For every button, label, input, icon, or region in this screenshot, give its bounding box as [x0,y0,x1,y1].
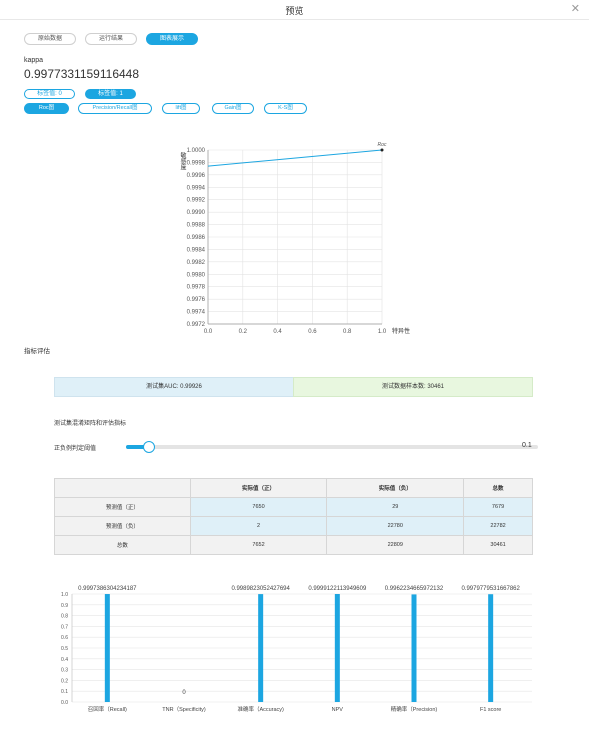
table-row: 总数 7652 22809 30461 [54,535,533,555]
tab-roc-chart[interactable]: Roc图 [24,103,69,114]
table-cell: 7679 [463,497,533,517]
y-tick-label: 0.9994 [187,185,206,191]
x-tick-label: TNR（Specificity) [162,706,206,713]
y-tick-label: 0.9972 [187,322,206,328]
section-title: 指标评估 [24,348,50,355]
y-tick-label: 0.9976 [187,297,206,303]
y-tick-label: 0.3 [61,668,68,674]
confusion-matrix-table: 实际值（正） 实际值（负） 总数 预测值（正） 7650 29 7679 预测值… [54,478,533,555]
y-tick-label: 0.9990 [187,210,206,216]
bar-value-label: 0.9999122113949609 [308,586,367,592]
threshold-slider[interactable] [126,441,538,453]
y-tick-label: 0.6 [61,635,68,641]
y-axis-label: 敏感度 [179,151,186,171]
table-header-cell: 总数 [463,478,533,498]
metric-bar [334,594,340,702]
metrics-bar-chart: 0.0 0.1 0.2 0.3 0.4 0.5 0.6 0.7 0.8 0.9 1.0 0.99973… [61,586,532,713]
y-tick-label: 0.9986 [187,235,206,241]
y-tick-label: 0.4 [61,657,68,663]
x-tick-label: 1.0 [378,329,387,335]
x-tick-label: 精确率（Precision) [391,705,438,713]
bar-value-label: 0.9997386304234187 [78,586,137,592]
table-cell: 29 [326,497,465,517]
x-tick-label: NPV [332,707,344,713]
window-title: 预览 [285,6,304,16]
y-tick-label: 0.2 [61,678,68,684]
x-tick-label: 0.6 [308,329,317,335]
x-tick-label: 准确率（Accuracy) [237,705,284,713]
y-tick-label: 0.0 [61,700,68,706]
bar-value-label: 0.9989823052427694 [231,586,290,592]
y-tick-label: 1.0000 [187,148,206,154]
x-tick-label: F1 score [480,707,501,713]
metric-bar [104,594,110,702]
bar-value-label: 0.9979779531667862 [461,586,520,592]
tab-run-result[interactable]: 运行结果 [85,33,137,45]
y-tick-label: 0.7 [61,624,68,630]
table-row: 预测值（正） 7650 29 7679 [54,497,533,517]
roc-series-label: Roc [378,142,387,148]
x-tick-label: 0.4 [273,329,282,335]
tab-lift-chart[interactable]: lift图 [162,103,200,114]
table-cell: 7650 [189,497,328,517]
tab-chart-display[interactable]: 图表展示 [146,33,198,45]
y-tick-label: 0.9984 [187,247,206,253]
table-header-cell: 实际值（正） [189,478,328,498]
row-header: 总数 [54,535,191,555]
y-tick-label: 0.9988 [187,223,206,229]
tab-precision-recall-chart[interactable]: Precision/Recall图 [78,103,152,114]
y-tick-label: 0.5 [61,646,68,652]
roc-line [207,149,383,167]
table-cell: 22780 [326,516,465,536]
x-axis-label: 特异性 [392,327,410,335]
table-cell: 22809 [326,535,465,555]
threshold-label: 正负例判定阈值 [54,446,97,452]
roc-chart: 0.9972 0.9974 0.9976 0.9978 0.9980 0.9982 0.99… [179,142,410,335]
metric-label: kappa [24,57,44,64]
roc-end-point [380,148,384,152]
metric-bar [411,594,417,702]
sample-count-box: 测试数据样本数: 30461 [293,377,533,397]
row-header: 预测值（负） [54,516,191,536]
table-row: 预测值（负） 2 22780 22782 [54,516,533,536]
confusion-matrix-title: 测试集混淆矩阵和评估指标 [54,421,127,427]
x-tick-label: 0.8 [343,329,352,335]
y-tick-label: 0.9980 [187,272,206,278]
threshold-slider-handle[interactable] [142,441,155,453]
table-header-cell: 实际值（负） [326,478,465,498]
y-tick-label: 0.8 [61,614,68,620]
y-tick-label: 1.0 [61,592,68,598]
table-cell: 22782 [463,516,533,536]
tab-raw-data[interactable]: 原始数据 [24,33,76,45]
x-tick-label: 召回率（Recall) [88,705,127,713]
table-cell: 7652 [189,535,328,555]
row-header: 预测值（正） [54,497,191,517]
metric-bar [258,594,264,702]
y-tick-label: 0.9992 [187,198,206,204]
metric-value: 0.9977331159116448 [24,67,140,81]
x-tick-label: 0.2 [239,329,248,335]
y-tick-label: 0.9 [61,603,68,609]
y-tick-label: 0.1 [61,689,68,695]
threshold-value: 0.1 [522,442,532,449]
bar-value-label: 0.9962234665972132 [385,586,444,592]
y-tick-label: 0.9974 [187,310,206,316]
tab-ks-chart[interactable]: K-S图 [264,103,307,114]
label-value-0-button[interactable]: 标签值: 0 [24,89,75,99]
close-icon[interactable]: ✕ [571,3,580,15]
table-cell: 30461 [463,535,533,555]
window-titlebar: 预览 ✕ [0,0,589,20]
auc-box: 测试集AUC: 0.99926 [54,377,294,397]
tab-gain-chart[interactable]: Gain图 [212,103,254,114]
metric-bar [488,594,494,702]
y-tick-label: 0.9982 [187,260,206,266]
table-header-row: 实际值（正） 实际值（负） 总数 [54,478,533,498]
label-value-1-button[interactable]: 标签值: 1 [85,89,136,99]
y-tick-label: 0.9996 [187,173,206,179]
x-tick-label: 0.0 [204,329,213,335]
table-cell: 2 [189,516,328,536]
table-header-cell [54,478,191,498]
y-tick-label: 0.9978 [187,285,206,291]
y-tick-label: 0.9998 [187,160,206,166]
